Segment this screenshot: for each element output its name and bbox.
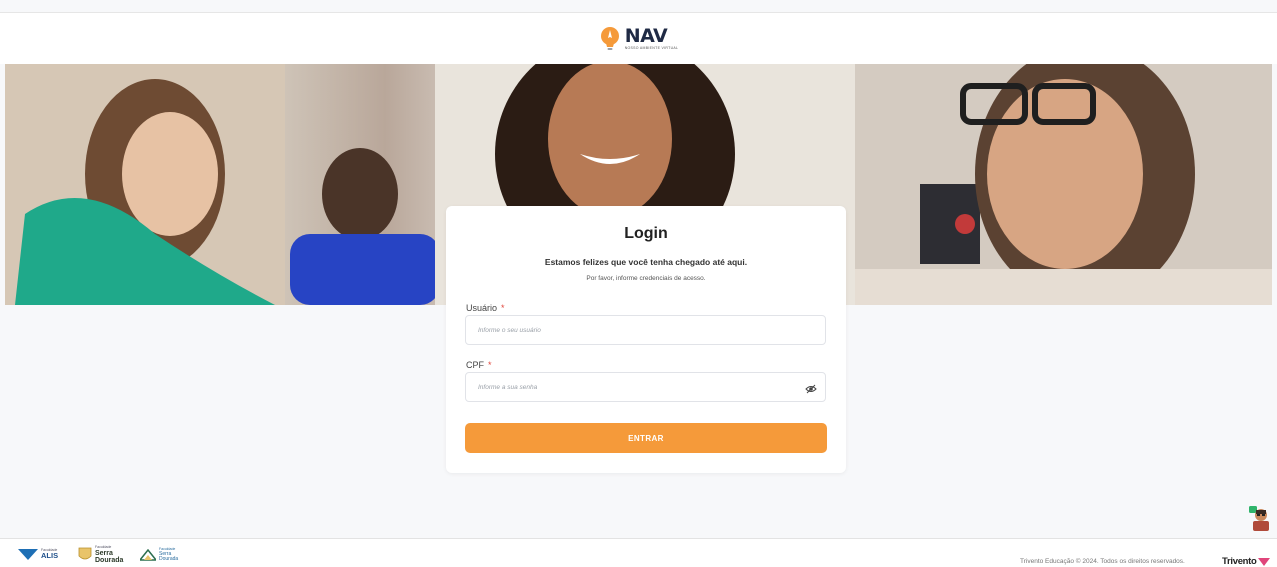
user-label-text: Usuário — [466, 303, 498, 313]
login-title: Login — [624, 225, 668, 242]
trivento-logo: Trivento — [1222, 556, 1270, 567]
alis-triangle-icon — [18, 549, 38, 560]
chat-assistant-avatar-icon[interactable] — [1249, 506, 1271, 532]
credentials-hint: Por favor, informe credenciais de acesso… — [586, 275, 706, 282]
login-card: Login Estamos felizes que você tenha che… — [446, 206, 846, 473]
cpf-required-mark: * — [488, 360, 492, 370]
logo-tagline: NOSSO AMBIENTE VIRTUAL — [624, 45, 679, 50]
serra-dourada-1-name: Serra Dourada — [95, 549, 124, 564]
app-header: NAV NOSSO AMBIENTE VIRTUAL — [0, 13, 1277, 64]
trivento-heart-icon — [1257, 557, 1270, 566]
page-footer: Faculdade ALIS Faculdade Serra Dourada F… — [0, 539, 1277, 567]
login-submit-button[interactable]: ENTRAR — [465, 423, 827, 453]
brand-logo-alis: Faculdade ALIS — [18, 547, 58, 561]
nav-logo[interactable]: NAV NOSSO AMBIENTE VIRTUAL — [599, 26, 679, 52]
eye-slash-icon[interactable] — [805, 383, 817, 395]
lightbulb-logo-icon — [600, 26, 619, 50]
user-required-mark: * — [501, 303, 505, 313]
cpf-label-text: CPF — [466, 360, 484, 370]
brand-logo-serra-dourada-2: Faculdade Serra Dourada — [140, 547, 185, 562]
trivento-wordmark: Trivento — [1222, 556, 1257, 567]
cpf-label: CPF * — [466, 360, 492, 370]
alis-name: ALIS — [41, 551, 59, 560]
cpf-input[interactable] — [465, 372, 826, 402]
serra-dourada-2-name: Serra Dourada — [159, 550, 179, 562]
user-label: Usuário * — [466, 303, 505, 313]
logo-wordmark: NAV — [624, 24, 668, 47]
welcome-message: Estamos felizes que você tenha chegado a… — [544, 257, 748, 267]
mountain-logo-icon — [140, 548, 156, 561]
serra-dourada-shield-icon — [78, 547, 92, 560]
brand-logo-serra-dourada-1: Faculdade Serra Dourada — [78, 545, 131, 564]
copyright-text: Trivento Educação © 2024. Todos os direi… — [1020, 558, 1185, 565]
username-input[interactable] — [465, 315, 826, 345]
